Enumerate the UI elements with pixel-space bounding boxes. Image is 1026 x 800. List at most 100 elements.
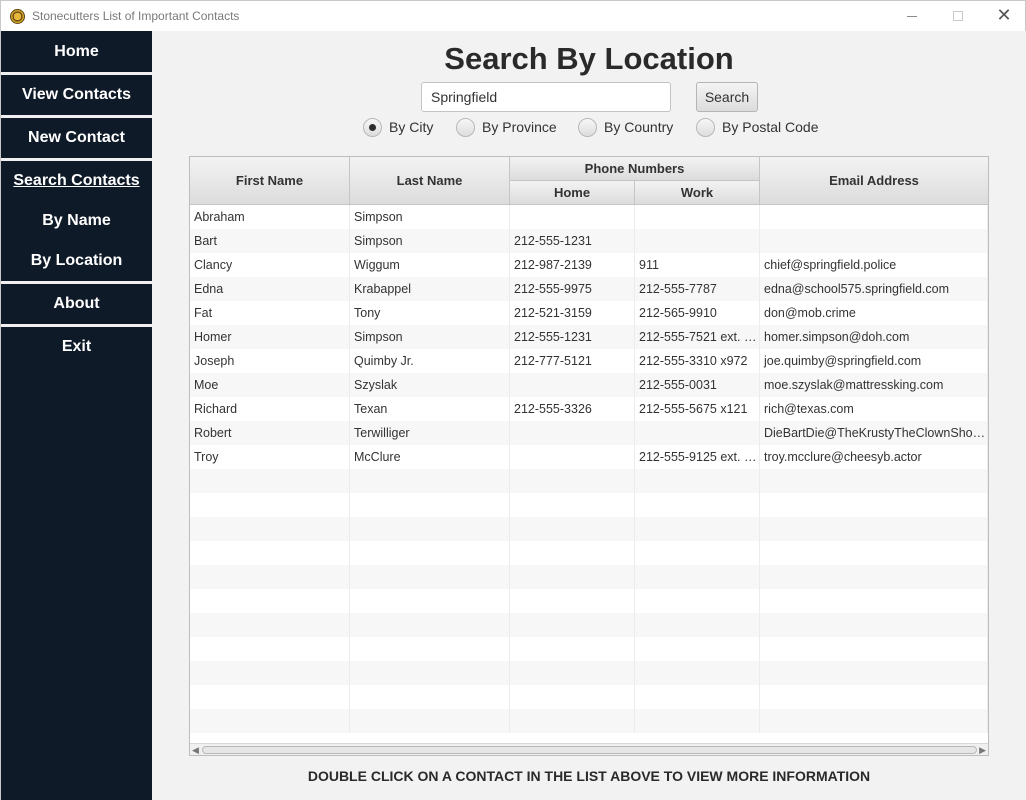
table-cell	[190, 709, 350, 733]
table-cell	[190, 493, 350, 517]
table-row[interactable]: Homer Simpson 212-555-1231 212-555-7521 ext…	[190, 325, 988, 349]
table-cell: Terwilliger	[350, 421, 510, 445]
stonecutters-logo-icon	[10, 9, 25, 24]
column-header-home[interactable]: Home	[510, 181, 635, 205]
table-cell	[635, 205, 760, 229]
table-cell	[350, 541, 510, 565]
table-cell: chief@springfield.police	[760, 253, 988, 277]
radio-by-city[interactable]: By City	[363, 117, 433, 137]
table-row[interactable]: Joseph Quimby Jr. 212-777-5121 212-555-3310…	[190, 349, 988, 373]
table-cell	[635, 565, 760, 589]
table-cell: don@mob.crime	[760, 301, 988, 325]
table-cell	[510, 589, 635, 613]
table-row[interactable]: Fat Tony 212-521-3159 212-565-9910 don@mob.c…	[190, 301, 988, 325]
table-cell	[635, 493, 760, 517]
table-cell	[760, 517, 988, 541]
table-cell	[350, 613, 510, 637]
table-cell	[350, 661, 510, 685]
sidebar-item-search-contacts[interactable]: Search Contacts	[1, 161, 152, 201]
table-cell	[635, 421, 760, 445]
table-cell: Troy	[190, 445, 350, 469]
table-cell	[190, 541, 350, 565]
table-row[interactable]: Robert Terwilliger DieBartDie@TheKrustyThe…	[190, 421, 988, 445]
table-cell: edna@school575.springfield.com	[760, 277, 988, 301]
table-cell	[510, 205, 635, 229]
empty-table-row	[190, 469, 988, 493]
table-cell	[350, 469, 510, 493]
radio-by-postal-code[interactable]: By Postal Code	[696, 117, 819, 137]
table-cell: Simpson	[350, 205, 510, 229]
close-button[interactable]: ✕	[981, 1, 1026, 31]
column-header-work[interactable]: Work	[635, 181, 760, 205]
sidebar-item-view-contacts[interactable]: View Contacts	[1, 75, 152, 115]
sidebar-item-about[interactable]: About	[1, 284, 152, 324]
table-cell	[760, 589, 988, 613]
table-cell: 212-565-9910	[635, 301, 760, 325]
sidebar-item-new-contact[interactable]: New Contact	[1, 118, 152, 158]
table-cell	[190, 517, 350, 541]
table-cell	[350, 709, 510, 733]
table-cell	[635, 517, 760, 541]
column-header-last-name[interactable]: Last Name	[350, 157, 510, 205]
table-row[interactable]: Troy McClure 212-555-9125 ext. 231 troy.mcc…	[190, 445, 988, 469]
table-row[interactable]: Edna Krabappel 212-555-9975 212-555-7787 edn…	[190, 277, 988, 301]
search-input[interactable]	[421, 82, 671, 112]
table-cell: Krabappel	[350, 277, 510, 301]
scroll-left-icon[interactable]: ◀	[192, 745, 199, 755]
column-group-header-phone-numbers: Phone Numbers	[510, 157, 760, 181]
radio-by-country[interactable]: By Country	[578, 117, 673, 137]
page-title: Search By Location	[444, 41, 734, 76]
table-cell: Edna	[190, 277, 350, 301]
table-cell: Texan	[350, 397, 510, 421]
table-row[interactable]: Clancy Wiggum 212-987-2139 911 chief@springf…	[190, 253, 988, 277]
table-cell: joe.quimby@springfield.com	[760, 349, 988, 373]
table-cell	[635, 229, 760, 253]
table-cell	[760, 205, 988, 229]
table-cell	[510, 469, 635, 493]
column-header-email-address[interactable]: Email Address	[760, 157, 988, 205]
table-cell	[510, 709, 635, 733]
table-cell: 212-555-3326	[510, 397, 635, 421]
table-cell	[760, 637, 988, 661]
table-cell	[760, 541, 988, 565]
scroll-right-icon[interactable]: ▶	[979, 745, 986, 755]
empty-table-row	[190, 565, 988, 589]
sidebar-item-home[interactable]: Home	[1, 31, 152, 72]
table-row[interactable]: Bart Simpson 212-555-1231	[190, 229, 988, 253]
window-title: Stonecutters List of Important Contacts	[32, 9, 240, 23]
scrollbar-thumb[interactable]	[202, 746, 977, 754]
table-row[interactable]: Moe Szyslak 212-555-0031 moe.szyslak@mattre…	[190, 373, 988, 397]
table-cell: Joseph	[190, 349, 350, 373]
table-cell	[635, 661, 760, 685]
radio-checked-icon	[363, 117, 382, 137]
table-cell: Simpson	[350, 325, 510, 349]
sidebar-item-by-location[interactable]: By Location	[1, 241, 152, 281]
table-cell	[190, 661, 350, 685]
table-cell: 212-555-0031	[635, 373, 760, 397]
minimize-button[interactable]	[889, 1, 935, 31]
sidebar-item-by-name[interactable]: By Name	[1, 201, 152, 241]
table-cell: 212-555-9125 ext. 231	[635, 445, 760, 469]
table-cell	[510, 541, 635, 565]
table-cell: homer.simpson@doh.com	[760, 325, 988, 349]
table-cell	[190, 469, 350, 493]
table-row[interactable]: Abraham Simpson	[190, 205, 988, 229]
table-cell: 212-555-1231	[510, 229, 635, 253]
table-cell: Quimby Jr.	[350, 349, 510, 373]
column-header-first-name[interactable]: First Name	[190, 157, 350, 205]
table-cell: Clancy	[190, 253, 350, 277]
maximize-button[interactable]	[935, 1, 981, 31]
table-cell: Fat	[190, 301, 350, 325]
empty-table-row	[190, 709, 988, 733]
search-button[interactable]: Search	[696, 82, 758, 112]
sidebar-item-exit[interactable]: Exit	[1, 327, 152, 367]
radio-by-province[interactable]: By Province	[456, 117, 557, 137]
empty-table-row	[190, 493, 988, 517]
table-cell	[190, 613, 350, 637]
horizontal-scrollbar[interactable]: ◀ ▶	[190, 743, 988, 755]
table-cell: 212-555-1231	[510, 325, 635, 349]
app-window: Stonecutters List of Important Contacts …	[0, 0, 1026, 800]
table-row[interactable]: Richard Texan 212-555-3326 212-555-5675 x12…	[190, 397, 988, 421]
table-cell: 212-555-7787	[635, 277, 760, 301]
main-content: Search By Location Search By City By Pro…	[152, 31, 1026, 800]
